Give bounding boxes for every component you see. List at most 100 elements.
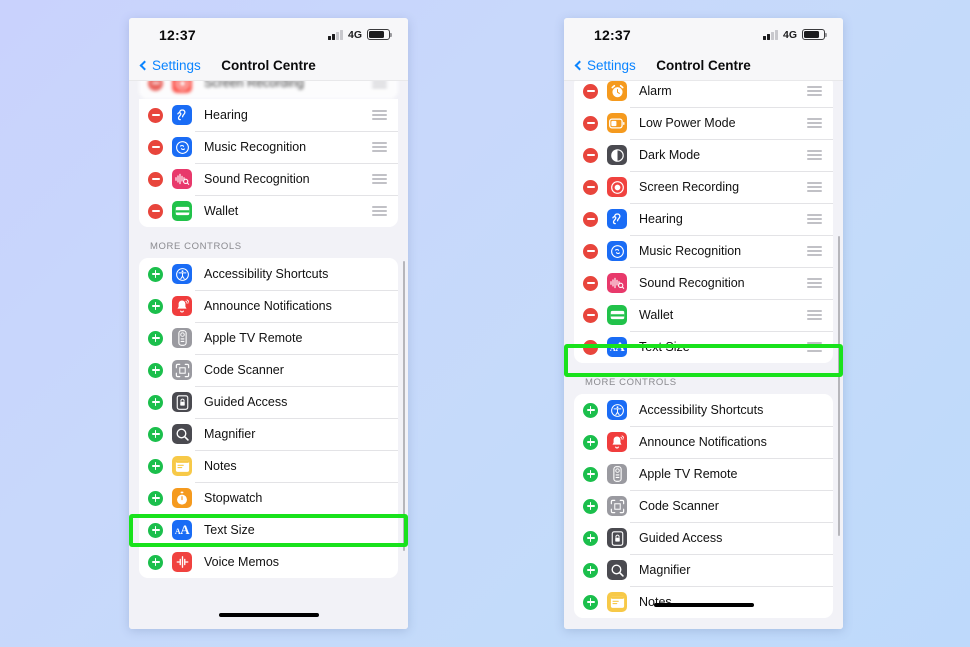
add-control-button[interactable] [583, 434, 598, 450]
add-control-button[interactable] [148, 298, 163, 314]
remove-control-button[interactable] [583, 115, 598, 131]
reorder-handle-icon[interactable] [372, 205, 387, 217]
settings-scroll-area[interactable]: Screen Recording Hearing Music Recognition… [129, 81, 408, 629]
chevron-left-icon [139, 60, 150, 71]
add-control-button[interactable] [583, 466, 598, 482]
add-control-button[interactable] [148, 522, 163, 538]
add-control-button[interactable] [583, 562, 598, 578]
control-row-wallet[interactable]: Wallet [139, 195, 398, 227]
remove-control-button[interactable] [583, 147, 598, 163]
control-row-announce-notifications[interactable]: Announce Notifications [574, 426, 833, 458]
add-control-button[interactable] [148, 458, 163, 474]
control-row-text-size[interactable]: AA Text Size [574, 331, 833, 363]
remove-control-button[interactable] [583, 339, 598, 355]
control-row-label: Music Recognition [204, 140, 307, 154]
reorder-handle-icon[interactable] [807, 85, 822, 97]
remove-control-button[interactable] [148, 139, 163, 155]
control-row-sound-recognition[interactable]: Sound Recognition [139, 163, 398, 195]
control-row-label: Text Size [639, 340, 690, 354]
reorder-handle-icon[interactable] [372, 173, 387, 185]
remove-control-button[interactable] [583, 275, 598, 291]
more-controls-section-header: MORE CONTROLS [150, 241, 242, 252]
control-row-label: Stopwatch [204, 491, 263, 505]
control-row-hearing[interactable]: Hearing [574, 203, 833, 235]
add-control-button[interactable] [148, 362, 163, 378]
control-row-accessibility-shortcuts[interactable]: Accessibility Shortcuts [574, 394, 833, 426]
back-button[interactable]: Settings [574, 58, 636, 73]
remove-control-button[interactable] [583, 243, 598, 259]
reorder-handle-icon[interactable] [807, 245, 822, 257]
control-row-text-size[interactable]: AA Text Size [139, 514, 398, 546]
reorder-handle-icon[interactable] [807, 341, 822, 353]
remove-control-button[interactable] [148, 81, 163, 91]
scroll-indicator[interactable] [837, 236, 840, 536]
control-row-screen-recording[interactable]: Screen Recording [574, 171, 833, 203]
included-controls-card: Hearing Music Recognition Sound Recognitio… [139, 99, 398, 227]
remove-control-button[interactable] [148, 203, 163, 219]
screen-recording-icon [607, 177, 627, 197]
reorder-handle-icon[interactable] [807, 213, 822, 225]
scroll-indicator[interactable] [402, 261, 405, 551]
chevron-left-icon [574, 60, 585, 71]
remove-control-button[interactable] [583, 211, 598, 227]
status-indicators: 4G [328, 29, 393, 41]
back-button[interactable]: Settings [139, 58, 201, 73]
add-control-button[interactable] [148, 266, 163, 282]
reorder-handle-icon[interactable] [372, 141, 387, 153]
control-row-stopwatch[interactable]: Stopwatch [139, 482, 398, 514]
reorder-handle-icon[interactable] [807, 181, 822, 193]
control-row-music-recognition[interactable]: Music Recognition [574, 235, 833, 267]
remove-control-button[interactable] [583, 307, 598, 323]
control-row-voice-memos[interactable]: Voice Memos [139, 546, 398, 578]
control-row-code-scanner[interactable]: Code Scanner [139, 354, 398, 386]
control-row-label: Apple TV Remote [639, 467, 738, 481]
add-control-button[interactable] [583, 402, 598, 418]
control-row-magnifier[interactable]: Magnifier [139, 418, 398, 450]
reorder-handle-icon[interactable] [807, 117, 822, 129]
control-row-code-scanner[interactable]: Code Scanner [574, 490, 833, 522]
control-row-screen-recording[interactable]: Screen Recording [139, 81, 398, 99]
reorder-handle-icon[interactable] [807, 277, 822, 289]
control-row-label: Accessibility Shortcuts [639, 403, 764, 417]
control-row-hearing[interactable]: Hearing [139, 99, 398, 131]
notes-icon [172, 456, 192, 476]
control-row-label: Announce Notifications [204, 299, 332, 313]
control-row-label: Accessibility Shortcuts [204, 267, 329, 281]
add-control-button[interactable] [148, 330, 163, 346]
remove-control-button[interactable] [148, 171, 163, 187]
add-control-button[interactable] [148, 490, 163, 506]
control-row-notes[interactable]: Notes [139, 450, 398, 482]
remove-control-button[interactable] [148, 107, 163, 123]
control-row-apple-tv-remote[interactable]: Apple TV Remote [574, 458, 833, 490]
code-scanner-icon [172, 360, 192, 380]
settings-scroll-area[interactable]: Alarm Low Power Mode Dark Mode Screen Recor… [564, 81, 843, 629]
control-row-sound-recognition[interactable]: Sound Recognition [574, 267, 833, 299]
control-row-accessibility-shortcuts[interactable]: Accessibility Shortcuts [139, 258, 398, 290]
cellular-signal-icon [328, 29, 343, 40]
reorder-handle-icon[interactable] [372, 109, 387, 121]
reorder-handle-icon[interactable] [807, 309, 822, 321]
control-row-announce-notifications[interactable]: Announce Notifications [139, 290, 398, 322]
code-scanner-icon [607, 496, 627, 516]
reorder-handle-icon[interactable] [807, 149, 822, 161]
add-control-button[interactable] [148, 426, 163, 442]
add-control-button[interactable] [583, 530, 598, 546]
add-control-button[interactable] [148, 554, 163, 570]
control-row-dark-mode[interactable]: Dark Mode [574, 139, 833, 171]
control-row-wallet[interactable]: Wallet [574, 299, 833, 331]
remove-control-button[interactable] [583, 83, 598, 99]
control-row-notes[interactable]: Notes [574, 586, 833, 618]
control-row-magnifier[interactable]: Magnifier [574, 554, 833, 586]
add-control-button[interactable] [148, 394, 163, 410]
add-control-button[interactable] [583, 498, 598, 514]
control-row-guided-access[interactable]: Guided Access [574, 522, 833, 554]
control-row-label: Code Scanner [639, 499, 719, 513]
control-row-apple-tv-remote[interactable]: Apple TV Remote [139, 322, 398, 354]
control-row-music-recognition[interactable]: Music Recognition [139, 131, 398, 163]
control-row-alarm[interactable]: Alarm [574, 81, 833, 107]
reorder-handle-icon[interactable] [372, 81, 387, 89]
remove-control-button[interactable] [583, 179, 598, 195]
add-control-button[interactable] [583, 594, 598, 610]
control-row-guided-access[interactable]: Guided Access [139, 386, 398, 418]
control-row-low-power-mode[interactable]: Low Power Mode [574, 107, 833, 139]
